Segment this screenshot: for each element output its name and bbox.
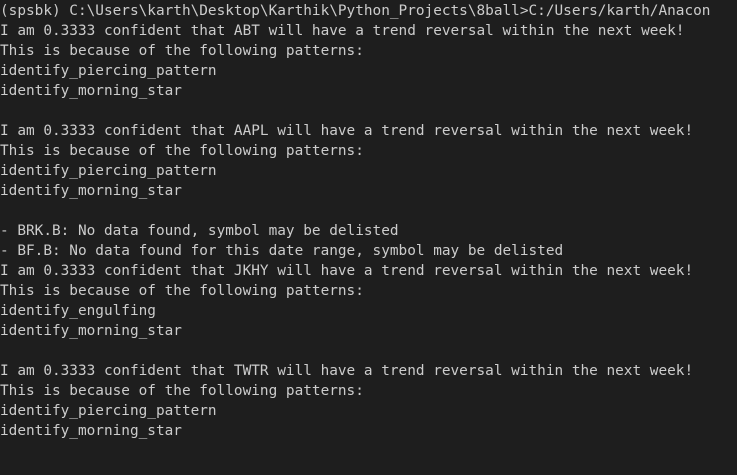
- terminal-line: identify_piercing_pattern: [0, 63, 217, 79]
- terminal-line: I am 0.3333 confident that ABT will have…: [0, 23, 685, 39]
- terminal-warning-line: - BF.B: No data found for this date rang…: [0, 243, 564, 259]
- terminal-line: I am 0.3333 confident that TWTR will hav…: [0, 363, 694, 379]
- terminal-line: I am 0.3333 confident that AAPL will hav…: [0, 123, 694, 139]
- terminal-line: identify_morning_star: [0, 183, 182, 199]
- terminal-line: identify_piercing_pattern: [0, 403, 217, 419]
- terminal-line: identify_engulfing: [0, 303, 156, 319]
- terminal-line: This is because of the following pattern…: [0, 143, 364, 159]
- terminal-line: I am 0.3333 confident that JKHY will hav…: [0, 263, 694, 279]
- terminal-line: identify_morning_star: [0, 83, 182, 99]
- terminal-line: identify_morning_star: [0, 423, 182, 439]
- terminal-prompt-line: (spsbk) C:\Users\karth\Desktop\Karthik\P…: [0, 3, 711, 19]
- terminal-line: This is because of the following pattern…: [0, 383, 364, 399]
- terminal-line: identify_piercing_pattern: [0, 163, 217, 179]
- terminal-line: identify_morning_star: [0, 323, 182, 339]
- terminal-output[interactable]: (spsbk) C:\Users\karth\Desktop\Karthik\P…: [0, 0, 737, 475]
- terminal-warning-line: - BRK.B: No data found, symbol may be de…: [0, 223, 399, 239]
- terminal-line: This is because of the following pattern…: [0, 283, 364, 299]
- terminal-line: This is because of the following pattern…: [0, 43, 364, 59]
